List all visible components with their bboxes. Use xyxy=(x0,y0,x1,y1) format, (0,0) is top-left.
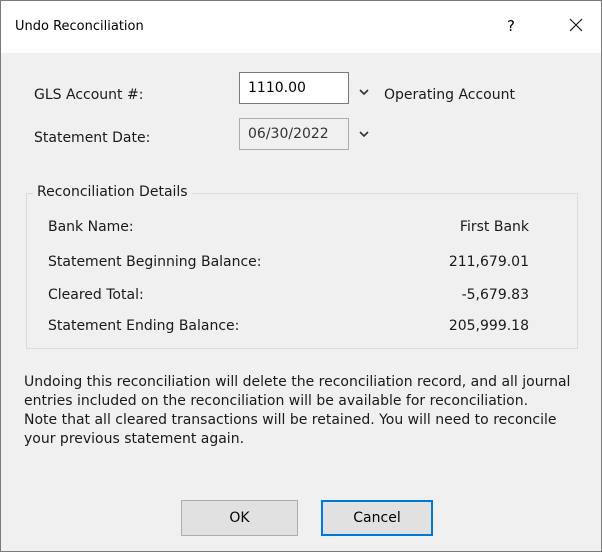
date-label: Statement Date: xyxy=(34,130,151,146)
beginning-balance-value: 211,679.01 xyxy=(448,254,529,270)
cancel-button[interactable]: Cancel xyxy=(321,500,433,536)
cleared-total-label: Cleared Total: xyxy=(48,287,144,303)
title-bar: Undo Reconciliation ? xyxy=(1,1,601,53)
chevron-down-icon xyxy=(359,89,369,96)
group-legend: Reconciliation Details xyxy=(33,184,192,200)
account-name: Operating Account xyxy=(384,87,515,103)
date-dropdown[interactable] xyxy=(357,127,371,141)
account-dropdown[interactable] xyxy=(357,85,371,99)
bank-name-label: Bank Name: xyxy=(48,219,134,235)
bank-name-value: First Bank xyxy=(459,219,529,235)
account-label: GLS Account #: xyxy=(34,87,144,103)
ending-balance-label: Statement Ending Balance: xyxy=(48,318,240,334)
help-button[interactable]: ? xyxy=(494,10,528,42)
beginning-balance-label: Statement Beginning Balance: xyxy=(48,254,262,270)
account-input[interactable]: 1110.00 xyxy=(239,72,349,104)
undo-reconciliation-dialog: Undo Reconciliation ? GLS Account #: 111… xyxy=(0,0,602,552)
note-retained-text: Note that all cleared transactions will … xyxy=(24,412,557,447)
explanation-text: Undoing this reconciliation will delete … xyxy=(24,373,584,449)
note-delete-text: Undoing this reconciliation will delete … xyxy=(24,374,571,409)
cleared-total-value: -5,679.83 xyxy=(461,287,529,303)
close-icon xyxy=(569,18,583,32)
ending-balance-value: 205,999.18 xyxy=(448,318,529,334)
dialog-title: Undo Reconciliation xyxy=(15,19,144,34)
ok-button[interactable]: OK xyxy=(181,500,298,536)
chevron-down-icon xyxy=(359,131,369,138)
statement-date-field[interactable]: 06/30/2022 xyxy=(239,118,349,150)
close-button[interactable] xyxy=(559,10,593,42)
